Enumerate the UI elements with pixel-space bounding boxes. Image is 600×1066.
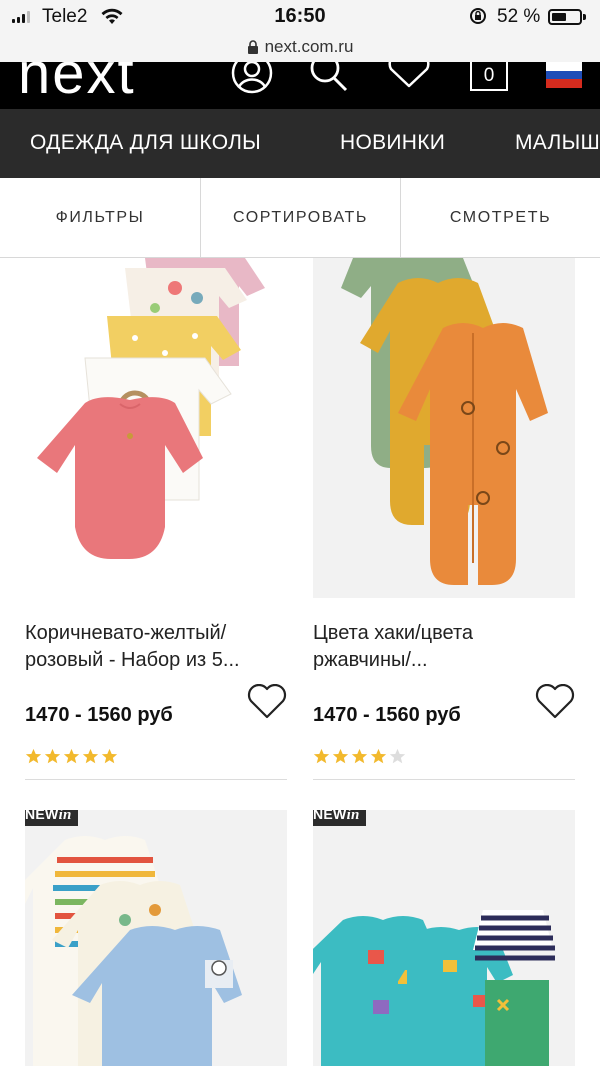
favourites-heart-icon[interactable] — [386, 62, 432, 102]
divider — [25, 779, 287, 780]
nav-item-new-arrivals[interactable]: НОВИНКИ — [340, 131, 445, 155]
search-icon[interactable] — [306, 62, 350, 102]
russia-flag-icon[interactable] — [546, 62, 582, 88]
rating-stars — [313, 748, 406, 765]
category-nav: ОДЕЖДА ДЛЯ ШКОЛЫ НОВИНКИ МАЛЫШ — [0, 109, 600, 178]
divider — [313, 779, 575, 780]
battery-icon — [548, 9, 586, 25]
product-image[interactable]: NEWin — [313, 810, 575, 1066]
product-price: 1470 - 1560 руб — [313, 704, 461, 726]
site-header: next 0 — [0, 62, 600, 109]
view-button[interactable]: СМОТРЕТЬ — [400, 178, 600, 257]
address-bar[interactable]: next.com.ru — [0, 32, 600, 62]
sort-button[interactable]: СОРТИРОВАТЬ — [200, 178, 400, 257]
star-filled-icon — [63, 748, 80, 764]
star-filled-icon — [82, 748, 99, 764]
star-filled-icon — [44, 748, 61, 764]
product-title[interactable]: Коричневато-желтый/ розовый - Набор из 5… — [25, 620, 287, 674]
new-in-badge: NEWin — [25, 810, 78, 826]
favourite-heart-icon[interactable] — [535, 684, 575, 720]
star-filled-icon — [332, 748, 349, 764]
orientation-lock-icon — [470, 8, 486, 24]
nav-item-school-clothing[interactable]: ОДЕЖДА ДЛЯ ШКОЛЫ — [30, 131, 261, 155]
lock-icon — [247, 40, 258, 54]
star-filled-icon — [313, 748, 330, 764]
url-text: next.com.ru — [264, 37, 354, 56]
filters-button[interactable]: ФИЛЬТРЫ — [0, 178, 200, 257]
favourite-heart-icon[interactable] — [247, 684, 287, 720]
star-filled-icon — [101, 748, 118, 764]
rating-stars — [25, 748, 118, 765]
new-in-badge: NEWin — [313, 810, 366, 826]
shopping-bag-button[interactable]: 0 — [470, 62, 508, 91]
product-title[interactable]: Цвета хаки/цвета ржавчины/... — [313, 620, 575, 674]
status-bar: Tele2 16:50 52 % — [0, 0, 600, 32]
site-logo[interactable]: next — [18, 62, 136, 107]
account-icon[interactable] — [230, 62, 274, 102]
product-image[interactable]: NEWin — [25, 810, 287, 1066]
product-image[interactable] — [313, 258, 575, 598]
product-image[interactable] — [25, 258, 287, 598]
star-filled-icon — [370, 748, 387, 764]
filter-bar: ФИЛЬТРЫ СОРТИРОВАТЬ СМОТРЕТЬ — [0, 178, 600, 258]
battery-percent: 52 % — [497, 6, 541, 27]
star-filled-icon — [25, 748, 42, 764]
product-price: 1470 - 1560 руб — [25, 704, 173, 726]
star-filled-icon — [351, 748, 368, 764]
nav-item-baby[interactable]: МАЛЫШ — [515, 131, 600, 155]
star-empty-icon — [389, 748, 406, 764]
